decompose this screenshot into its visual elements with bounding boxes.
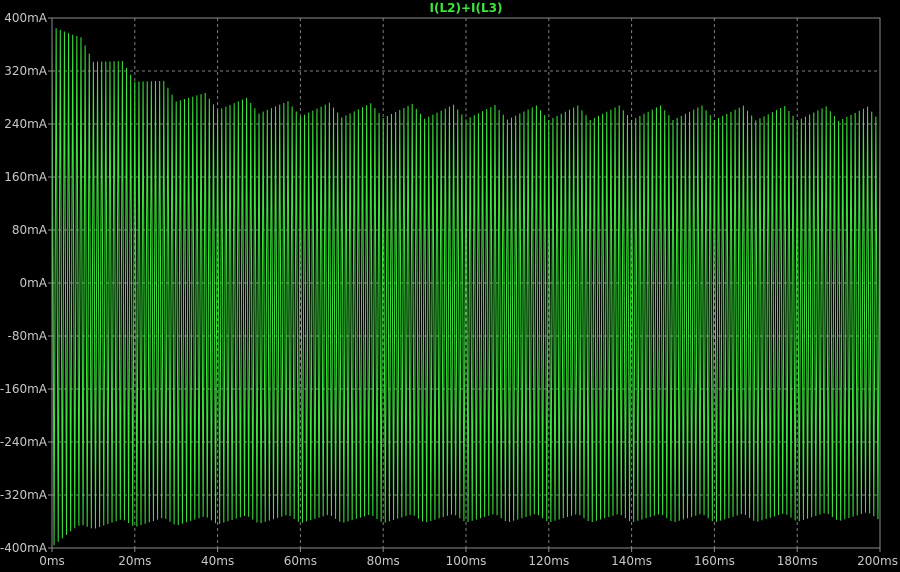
trace-title[interactable]: I(L2)+I(L3) bbox=[430, 1, 503, 15]
y-tick-label: -80mA bbox=[8, 329, 48, 343]
x-tick-label: 60ms bbox=[284, 554, 317, 568]
x-tick-label: 200ms bbox=[857, 554, 898, 568]
x-tick-label: 120ms bbox=[528, 554, 569, 568]
x-tick-label: 80ms bbox=[367, 554, 400, 568]
y-tick-label: 160mA bbox=[4, 170, 48, 184]
x-tick-label: 100ms bbox=[446, 554, 487, 568]
y-tick-label: 0mA bbox=[19, 276, 47, 290]
x-tick-label: 20ms bbox=[118, 554, 151, 568]
waveform-plot[interactable]: 400mA 320mA 240mA 160mA 80mA 0mA -80mA -160mA -2… bbox=[0, 0, 900, 572]
x-tick-label: 160ms bbox=[694, 554, 735, 568]
y-tick-label: -320mA bbox=[0, 488, 48, 502]
y-tick-label: -160mA bbox=[0, 382, 48, 396]
y-tick-label: 240mA bbox=[4, 117, 48, 131]
y-tick-label: 400mA bbox=[4, 11, 48, 25]
x-tick-label: 40ms bbox=[201, 554, 234, 568]
x-tick-label: 140ms bbox=[611, 554, 652, 568]
y-tick-label: 80mA bbox=[12, 223, 48, 237]
x-tick-label: 180ms bbox=[777, 554, 818, 568]
y-tick-label: 320mA bbox=[4, 64, 48, 78]
x-tick-label: 0ms bbox=[39, 554, 65, 568]
y-tick-label: -400mA bbox=[0, 541, 48, 555]
y-tick-label: -240mA bbox=[0, 435, 48, 449]
